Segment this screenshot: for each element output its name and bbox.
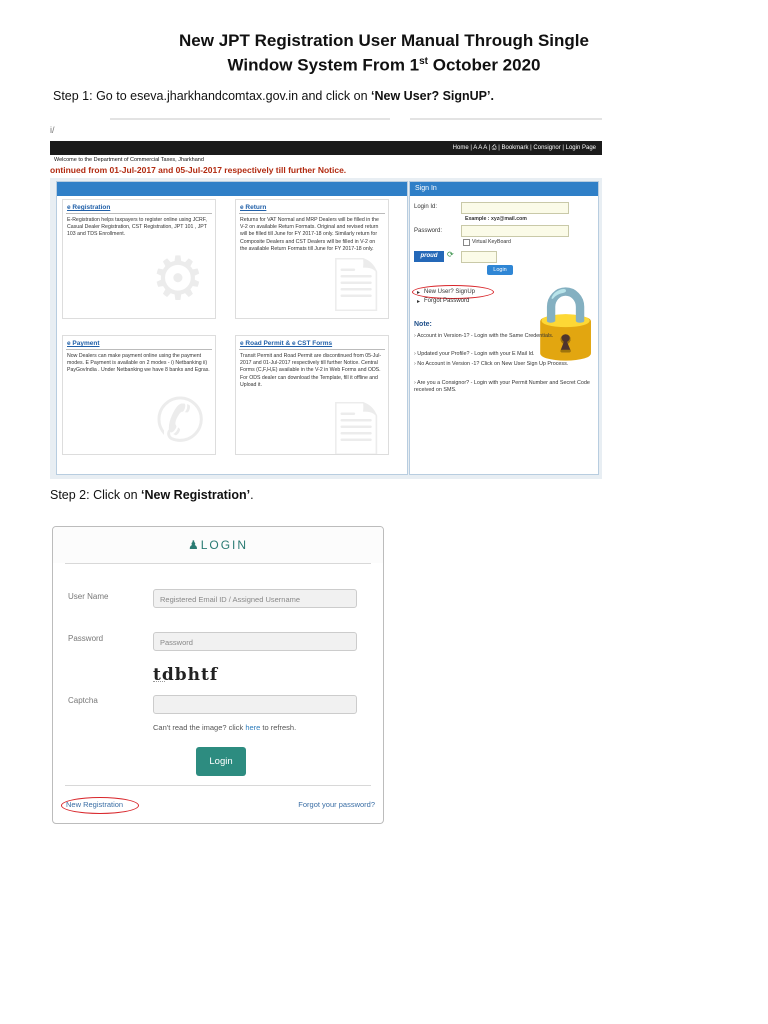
step-2-instruction: Step 2: Click on ‘New Registration’.	[50, 488, 254, 502]
address-bar: i/	[50, 117, 602, 139]
phone-icon: ✆	[155, 387, 206, 454]
title-line-1: New JPT Registration User Manual Through…	[179, 31, 589, 50]
portal-screenshot: i/ Home | A A A | ⎙ | Bookmark | Consign…	[50, 117, 602, 479]
card-text: Transit Permit and Road Permit are disco…	[240, 353, 382, 388]
card-e-payment: ✆ e Payment Now Dealers can make payment…	[62, 335, 216, 455]
captcha-input[interactable]	[461, 251, 497, 263]
captcha-image: proud	[414, 251, 444, 262]
login-button[interactable]: Login	[196, 747, 246, 776]
note-item: › Account in Version-1? - Login with the…	[414, 333, 554, 339]
highlight-ring	[412, 285, 494, 299]
e-registration-link[interactable]: e Registration	[67, 204, 110, 211]
signin-header: Sign In	[410, 182, 598, 196]
address-fragment: i/	[50, 125, 55, 135]
document-icon: 🗎	[332, 398, 381, 455]
card-text: Now Dealers can make payment online usin…	[67, 353, 210, 374]
username-label: User Name	[68, 592, 109, 601]
note-item: › Are you a Consignor? - Login with your…	[414, 380, 590, 393]
highlight-ring	[61, 797, 139, 814]
note-item: › No Account in Version -1? Click on New…	[414, 361, 569, 367]
step-1-instruction: Step 1: Go to eseva.jharkhandcomtax.gov.…	[53, 89, 494, 103]
login-id-input[interactable]	[461, 202, 569, 214]
captcha-label: Captcha	[68, 696, 98, 705]
signin-panel: Sign In 🔒 Login Id: Example : xyz@mail.c…	[409, 181, 602, 475]
notice-ticker: ontinued from 01-Jul-2017 and 05-Jul-201…	[50, 165, 347, 175]
title-line-2: Window System From 1st October 2020	[227, 55, 541, 75]
captcha-refresh-hint: Can't read the image? click here to refr…	[153, 723, 297, 732]
login-id-label: Login Id:	[414, 204, 438, 210]
document-title: New JPT Registration User Manual Through…	[0, 30, 768, 76]
note-title: Note:	[414, 321, 432, 328]
forgot-password-link[interactable]: Forgot Password	[424, 298, 469, 304]
password-input[interactable]	[461, 225, 569, 237]
gear-icon: ⚙	[151, 245, 205, 312]
password-label: Password	[68, 634, 104, 643]
login-screenshot: ♟LOGIN User Name Registered Email ID / A…	[52, 526, 384, 824]
services-panel: ⚙ e Registration E-Registration helps ta…	[56, 181, 408, 475]
portal-login-button[interactable]: Login	[487, 265, 513, 275]
card-text: E-Registration helps taxpayers to regist…	[67, 217, 207, 238]
virtual-keyboard-label: Virtual KeyBoard	[472, 239, 511, 245]
captcha-input[interactable]	[153, 695, 357, 714]
note-item: › Updated your Profile? - Login with you…	[414, 351, 535, 357]
e-road-permit-link[interactable]: e Road Permit & e CST Forms	[240, 340, 332, 347]
password-input[interactable]: Password	[153, 632, 357, 651]
password-label: Password:	[414, 228, 443, 234]
card-e-registration: ⚙ e Registration E-Registration helps ta…	[62, 199, 216, 319]
e-payment-link[interactable]: e Payment	[67, 340, 100, 347]
email-example: Example : xyz@mail.com	[465, 216, 527, 222]
welcome-text: Welcome to the Department of Commercial …	[54, 157, 204, 163]
portal-top-nav[interactable]: Home | A A A | ⎙ | Bookmark | Consignor …	[50, 141, 602, 155]
document-icon: 🗎	[332, 254, 381, 319]
card-e-road-permit: 🗎 e Road Permit & e CST Forms Transit Pe…	[235, 335, 389, 455]
refresh-captcha-link[interactable]: here	[245, 723, 260, 732]
username-input[interactable]: Registered Email ID / Assigned Username	[153, 589, 357, 608]
e-return-link[interactable]: e Return	[240, 204, 266, 211]
refresh-icon[interactable]: ⟳	[447, 250, 454, 259]
chevron-right-icon: ▸	[417, 299, 421, 305]
card-text: Returns for VAT Normal and MRP Dealers w…	[240, 217, 379, 252]
user-icon: ♟	[187, 538, 201, 552]
forgot-password-link[interactable]: Forgot your password?	[298, 800, 375, 809]
login-header: ♟LOGIN	[53, 527, 383, 563]
card-e-return: 🗎 e Return Returns for VAT Normal and MR…	[235, 199, 389, 319]
virtual-keyboard-checkbox[interactable]	[463, 239, 470, 246]
